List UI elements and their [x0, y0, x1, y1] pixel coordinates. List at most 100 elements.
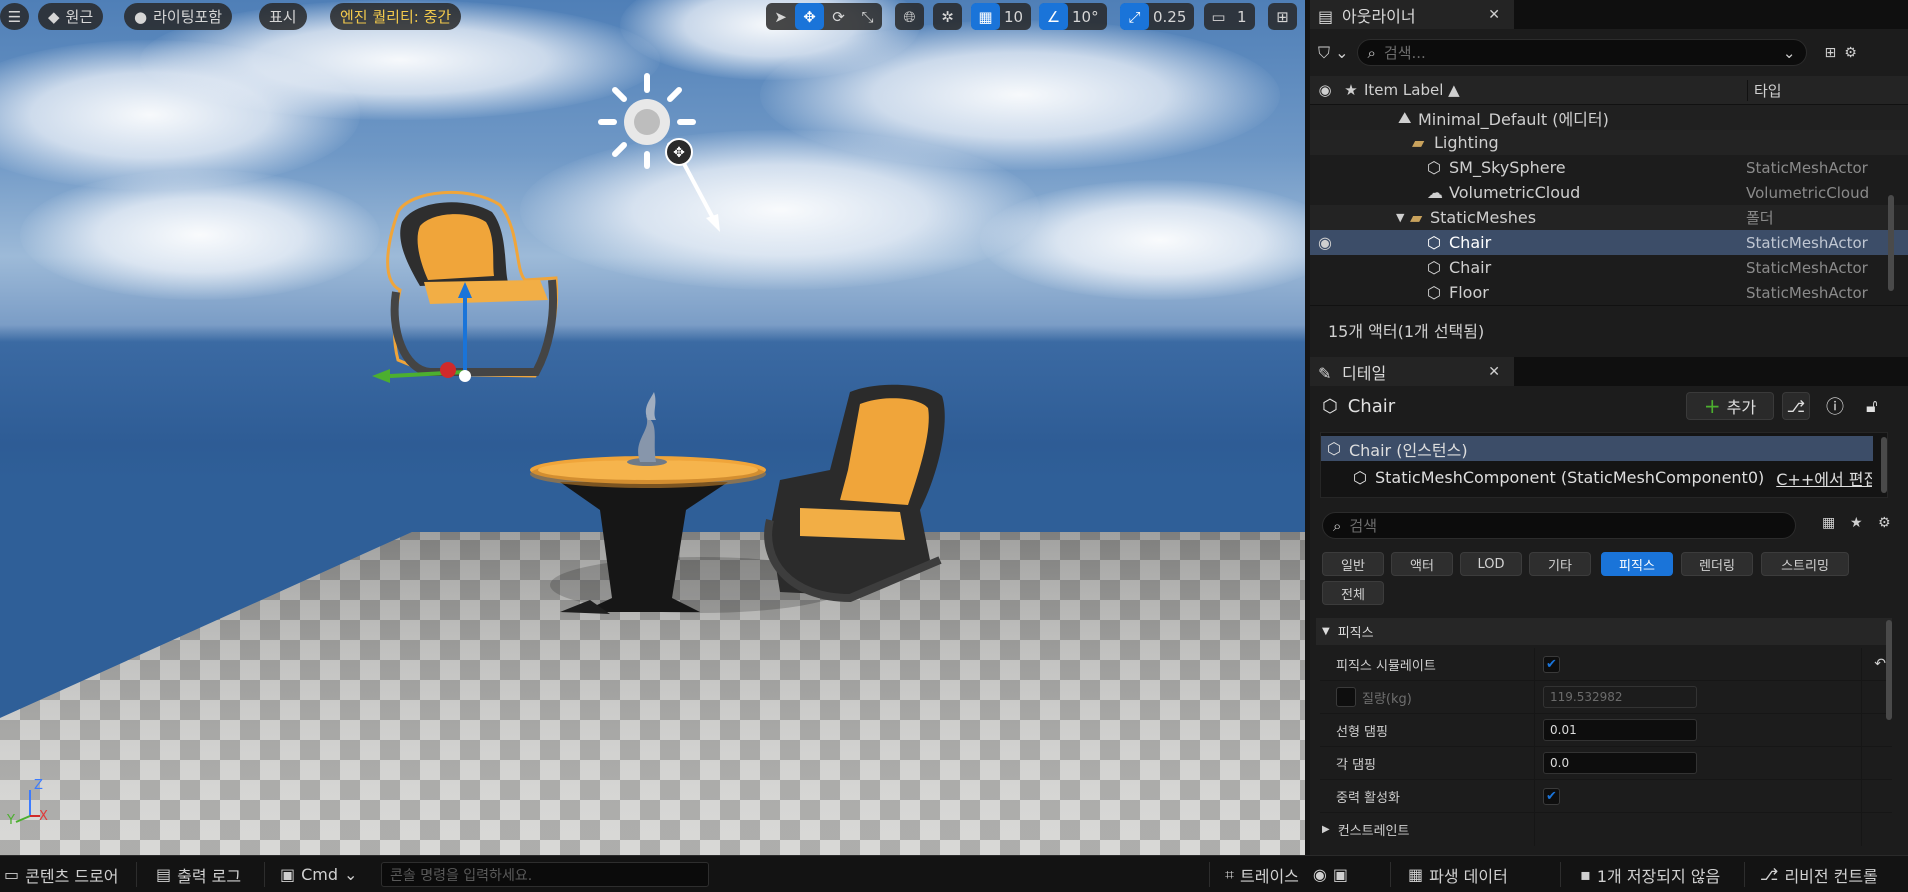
- perspective-button[interactable]: ◆ 원근: [38, 3, 104, 30]
- add-folder-icon[interactable]: ⊞: [1825, 45, 1837, 61]
- gear-icon[interactable]: ⚙: [1844, 45, 1857, 61]
- component-item[interactable]: ⬡ StaticMeshComponent (StaticMeshCompone…: [1321, 465, 1887, 490]
- list-item[interactable]: ⬡ Floor StaticMeshActor: [1310, 280, 1908, 305]
- cmd-dropdown[interactable]: ▣ Cmd ⌄: [280, 856, 357, 892]
- gear-icon[interactable]: ⚙: [1878, 515, 1891, 531]
- filter-chip-physics[interactable]: 피직스: [1601, 552, 1673, 576]
- filter-chip-actor[interactable]: 액터: [1391, 552, 1453, 576]
- derived-data-button[interactable]: ▦ 파생 데이터: [1408, 856, 1508, 892]
- close-icon[interactable]: ✕: [1488, 364, 1500, 380]
- details-search-input[interactable]: ⌕ 검색: [1322, 512, 1796, 539]
- divider: [1560, 862, 1561, 887]
- content-drawer-button[interactable]: ▭ 콘텐츠 드로어: [4, 856, 119, 892]
- list-item[interactable]: ▰ Lighting: [1310, 130, 1908, 155]
- blueprint-button[interactable]: ⎇: [1782, 392, 1810, 420]
- eye-icon[interactable]: ◉: [1310, 233, 1340, 252]
- mass-override-checkbox[interactable]: [1336, 687, 1356, 707]
- filter-chip-all[interactable]: 전체: [1322, 581, 1384, 605]
- column-item-label[interactable]: Item Label ▲: [1362, 81, 1747, 99]
- lighting-mode-button[interactable]: ● 라이팅포함: [124, 3, 233, 30]
- output-log-button[interactable]: ▤ 출력 로그: [156, 856, 241, 892]
- list-item[interactable]: ⬡ Chair StaticMeshActor: [1310, 255, 1908, 280]
- details-scrollbar[interactable]: [1886, 620, 1892, 720]
- enable-gravity-checkbox[interactable]: ✔: [1543, 787, 1560, 805]
- angular-damping-field[interactable]: 0.0: [1543, 752, 1697, 774]
- filter-chip-misc[interactable]: 기타: [1529, 552, 1591, 576]
- prop-linear-damping: 선형 댐핑 0.01: [1320, 713, 1892, 747]
- unsaved-assets-button[interactable]: ▪ 1개 저장되지 않음: [1580, 856, 1720, 892]
- list-item[interactable]: ⬡ SM_SkySphere StaticMeshActor: [1310, 155, 1908, 180]
- lighting-sphere-icon: ●: [134, 7, 148, 26]
- details-header: ⬡ Chair + 추가 ⎇ ⓘ 🔓︎: [1310, 386, 1908, 426]
- details-tab[interactable]: ✎ 디테일 ✕: [1310, 357, 1514, 386]
- outliner-scrollbar[interactable]: [1888, 195, 1894, 291]
- simulate-physics-checkbox[interactable]: ✔: [1543, 655, 1560, 673]
- console-input[interactable]: 콘솔 명령을 입력하세요.: [381, 862, 709, 887]
- filter-chip-label: 렌더링: [1699, 558, 1735, 574]
- camera-icon[interactable]: ▣: [1333, 865, 1348, 884]
- prop-mass: 질량(kg) 119.532982: [1320, 680, 1892, 714]
- column-type[interactable]: 타입: [1747, 79, 1782, 101]
- reset-arrow-icon[interactable]: ↶: [1874, 656, 1886, 672]
- filter-chip-streaming[interactable]: 스트리밍: [1761, 552, 1849, 576]
- rotate-mode-button[interactable]: ⟳: [824, 3, 853, 30]
- edit-in-cpp-link[interactable]: C++에서 편집: [1776, 466, 1872, 490]
- angle-snap-icon: ∠: [1039, 3, 1068, 30]
- chair-mesh[interactable]: [764, 384, 945, 603]
- scale-snap-group[interactable]: ⤢ 0.25: [1120, 3, 1195, 30]
- component-scrollbar[interactable]: [1881, 437, 1887, 493]
- expand-arrow-icon[interactable]: ▼: [1396, 211, 1410, 224]
- scale-icon: ⤡: [861, 7, 874, 26]
- select-mode-button[interactable]: ➤: [766, 3, 795, 30]
- list-item-label: StaticMeshes: [1430, 208, 1537, 227]
- prop-constraints[interactable]: ▶ 컨스트레인트: [1320, 813, 1892, 846]
- filter-chip-lod[interactable]: LOD: [1460, 552, 1522, 576]
- star-icon[interactable]: ★: [1340, 81, 1362, 99]
- record-icon[interactable]: ◉: [1313, 865, 1327, 884]
- help-icon[interactable]: ⓘ: [1826, 393, 1844, 419]
- grid-snap-group[interactable]: ▦ 10: [971, 3, 1032, 30]
- surface-snap-button[interactable]: ✲: [933, 3, 962, 30]
- engine-quality-label: 엔진 퀄리티: 중간: [340, 8, 452, 26]
- cloud-icon: ☁: [1427, 183, 1443, 202]
- eye-icon[interactable]: ◉: [1310, 81, 1340, 99]
- selected-chair-mesh[interactable]: [372, 190, 559, 383]
- list-item-selected[interactable]: ◉ ⬡ Chair StaticMeshActor: [1310, 230, 1908, 255]
- linear-damping-field[interactable]: 0.01: [1543, 719, 1697, 741]
- world-local-button[interactable]: 🌐︎: [895, 3, 924, 30]
- component-root[interactable]: ⬡ Chair (인스턴스): [1321, 436, 1873, 461]
- revision-control-label: 리비전 컨트롤: [1784, 866, 1878, 886]
- camera-speed-group[interactable]: ▭ 1: [1204, 3, 1255, 30]
- directional-light[interactable]: ✥: [598, 73, 720, 232]
- trace-button[interactable]: ⌗ 트레이스 ◉ ▣: [1225, 856, 1348, 892]
- static-mesh-icon: ⬡: [1327, 439, 1341, 458]
- star-icon[interactable]: ★: [1850, 515, 1863, 531]
- outliner-column-header: ◉ ★ Item Label ▲ 타입: [1310, 76, 1908, 105]
- level-viewport[interactable]: ✥ ☰ ◆ 원근 ● 라이팅포함 표시 엔진 퀄리티: 중간 ➤ ✥ ⟳ ⤡ 🌐…: [0, 0, 1305, 855]
- engine-quality-button[interactable]: 엔진 퀄리티: 중간: [330, 3, 462, 30]
- filter-chip-general[interactable]: 일반: [1322, 552, 1384, 576]
- list-item[interactable]: ☁ VolumetricCloud VolumetricCloud: [1310, 180, 1908, 205]
- filter-chip-rendering[interactable]: 렌더링: [1681, 552, 1753, 576]
- scale-mode-button[interactable]: ⤡: [853, 3, 882, 30]
- chevron-down-icon[interactable]: ⌄: [1783, 44, 1796, 62]
- trace-label: 트레이스: [1240, 866, 1299, 886]
- physics-section-header[interactable]: ▼ 피직스: [1316, 618, 1892, 645]
- viewport-menu-button[interactable]: ☰: [0, 3, 29, 30]
- close-icon[interactable]: ✕: [1488, 7, 1500, 23]
- viewport-layout-button[interactable]: ⊞: [1268, 3, 1297, 30]
- lock-icon[interactable]: 🔓︎: [1866, 396, 1878, 417]
- prop-angular-damping: 각 댐핑 0.0: [1320, 746, 1892, 780]
- list-item[interactable]: ▼ ▰ StaticMeshes 폴더: [1310, 205, 1908, 230]
- outliner-search-input[interactable]: ⌕ 검색... ⌄: [1356, 39, 1807, 66]
- translate-mode-button[interactable]: ✥: [795, 3, 824, 30]
- add-component-button[interactable]: + 추가: [1686, 392, 1774, 420]
- table-view-icon[interactable]: ▦: [1822, 515, 1835, 531]
- list-item[interactable]: ⛰ Minimal_Default (에디터): [1310, 105, 1908, 130]
- rotation-snap-group[interactable]: ∠ 10°: [1039, 3, 1107, 30]
- outliner-tab[interactable]: ▤ 아웃라이너 ✕: [1310, 0, 1514, 29]
- show-button[interactable]: 표시: [259, 3, 307, 30]
- revision-control-button[interactable]: ⎇ 리비전 컨트롤: [1760, 856, 1878, 892]
- filter-icon[interactable]: ⛉ ⌄: [1318, 43, 1349, 63]
- filter-chip-label: 스트리밍: [1781, 558, 1829, 574]
